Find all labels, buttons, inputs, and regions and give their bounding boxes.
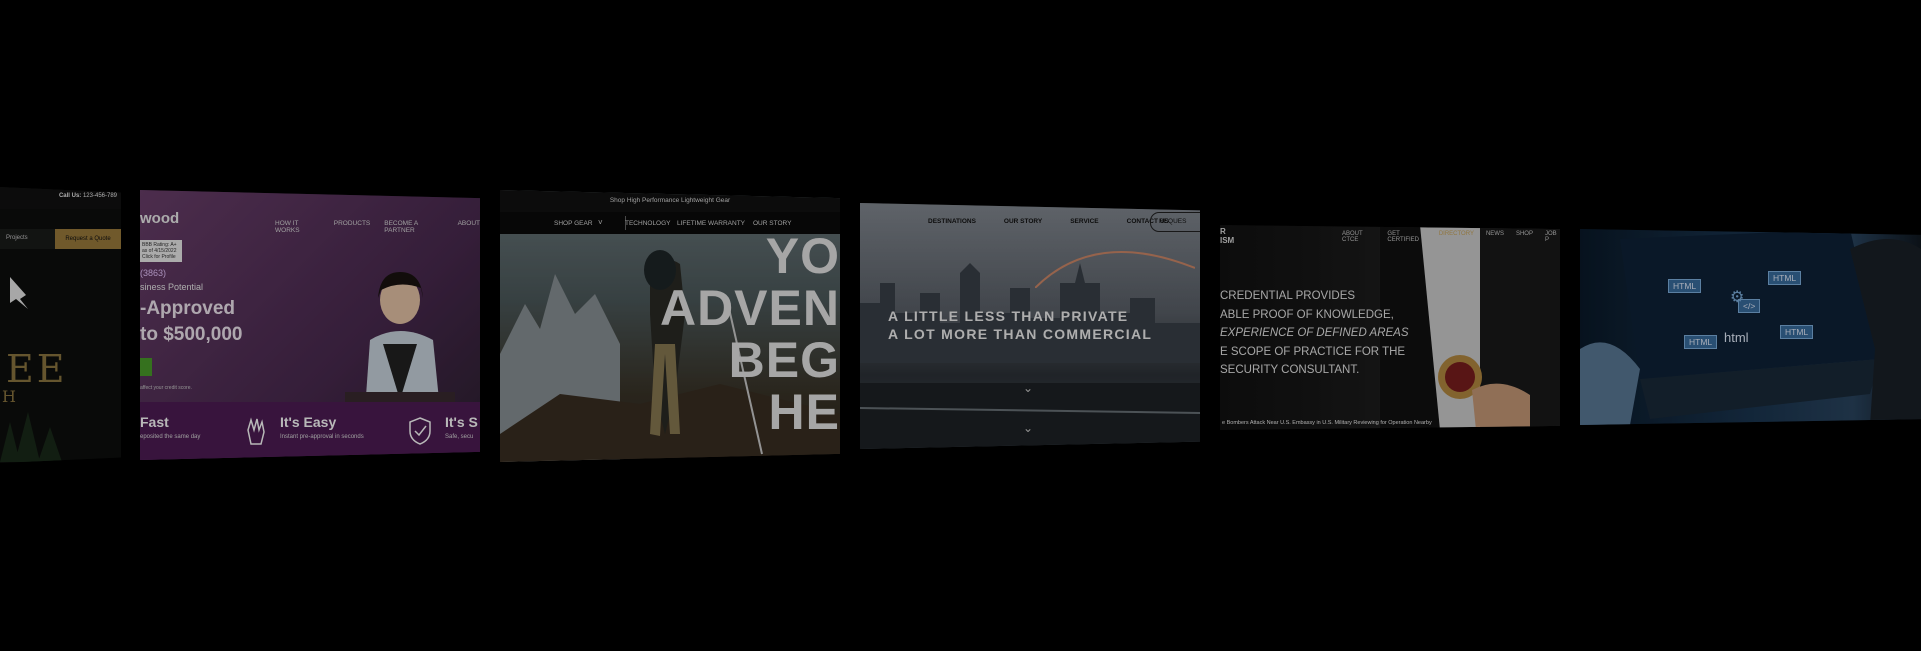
nav-service[interactable]: SERVICE <box>1070 218 1098 225</box>
hero-line: ADVEN <box>659 280 840 336</box>
hero-line: E SCOPE OF PRACTICE FOR THE <box>1220 345 1406 358</box>
request-quote-button[interactable]: Request a Quote <box>55 229 121 249</box>
hero-heading: YO ADVEN BEG HE <box>660 230 840 438</box>
bbb-rating-badge[interactable]: BBB Rating: A+ as of 4/15/2022 Click for… <box>140 240 182 262</box>
headline-line-2: A LOT MORE THAN COMMERCIAL <box>888 326 1153 342</box>
feature-subtitle: Safe, secu <box>445 434 474 440</box>
nav-how-it-works[interactable]: HOW IT WORKS <box>275 220 320 234</box>
nav-jobs[interactable]: JOB P <box>1545 231 1560 243</box>
call-us: Call Us: 123-456-789 <box>59 193 117 199</box>
rocket-icon <box>10 277 28 309</box>
features-bar: Fast eposited the same day It's Easy Ins… <box>140 402 480 460</box>
site-logo: wood <box>140 210 180 227</box>
fine-print: affect your credit score. <box>140 385 192 391</box>
nav-shop-gear[interactable]: SHOP GEAR <box>554 220 593 227</box>
nav-bar: ABOUT CTCE GET CERTIFIED DIRECTORY NEWS … <box>1342 231 1560 243</box>
feature-safe: It's S Safe, secu <box>445 414 478 440</box>
nav-technology[interactable]: TECHNOLOGY <box>625 220 671 227</box>
nav-news[interactable]: NEWS <box>1486 231 1504 243</box>
feature-title: It's S <box>445 414 478 430</box>
hero-line: CREDENTIAL PROVIDES <box>1220 290 1356 302</box>
phone-number[interactable]: (3863) <box>140 268 166 278</box>
nav-lifetime-warranty[interactable]: LIFETIME WARRANTY <box>677 220 745 227</box>
site-preview-construction[interactable]: Call Us: 123-456-789 Projects Request a … <box>0 187 121 463</box>
nav-directory[interactable]: DIRECTORY <box>1439 231 1474 243</box>
hero-headline: A LITTLE LESS THAN PRIVATE A LOT MORE TH… <box>888 307 1152 343</box>
hero-text: CREDENTIAL PROVIDES ABLE PROOF OF KNOWLE… <box>1220 287 1409 380</box>
call-label: Call Us: <box>58 193 82 199</box>
html-tag: html <box>1724 330 1749 345</box>
top-banner[interactable]: Shop High Performance Lightweight Gear <box>500 190 840 212</box>
site-preview-loans[interactable]: wood HOW IT WORKS PRODUCTS BECOME A PART… <box>140 190 480 460</box>
feature-subtitle: Instant pre-approval in seconds <box>280 434 364 440</box>
site-logo: R ISM <box>1220 227 1234 245</box>
headline-line-2: to $500,000 <box>140 324 243 345</box>
logo-line-2: ISM <box>1220 236 1235 245</box>
nav-bar: Projects Request a Quote <box>0 229 121 249</box>
nav-get-certified[interactable]: GET CERTIFIED <box>1387 231 1426 243</box>
nav-our-story[interactable]: OUR STORY <box>1004 218 1042 225</box>
request-button[interactable]: REQUES <box>1150 212 1200 232</box>
feature-easy: It's Easy Instant pre-approval in second… <box>280 414 364 440</box>
tablet-photo <box>1580 229 1921 425</box>
html-tag: HTML <box>1684 335 1718 349</box>
hero-line: YO <box>765 228 840 284</box>
nav-become-partner[interactable]: BECOME A PARTNER <box>384 220 443 234</box>
nav-shop[interactable]: SHOP <box>1516 231 1533 243</box>
nav-about[interactable]: ABOUT <box>458 220 480 234</box>
hero-line: ABLE PROOF OF KNOWLEDGE, <box>1220 308 1394 321</box>
shield-check-icon <box>409 417 431 445</box>
site-preview-security[interactable]: R ISM ABOUT CTCE GET CERTIFIED DIRECTORY… <box>1220 225 1560 430</box>
html-tag: HTML <box>1780 325 1814 339</box>
nav-bar: HOW IT WORKS PRODUCTS BECOME A PARTNER A… <box>275 220 480 234</box>
decorative-arc <box>1035 251 1195 288</box>
html-tag: HTML <box>1768 271 1802 285</box>
nav-bar: DESTINATIONS OUR STORY SERVICE CONTACT U… <box>928 218 1169 225</box>
site-preview-aviation[interactable]: DESTINATIONS OUR STORY SERVICE CONTACT U… <box>860 203 1200 449</box>
site-preview-gear[interactable]: Shop High Performance Lightweight Gear S… <box>500 190 840 462</box>
feature-subtitle: eposited the same day <box>140 434 201 440</box>
site-preview-code[interactable]: HTML HTML html HTML </> HTML ⚙ <box>1580 229 1921 425</box>
feature-title: It's Easy <box>280 414 337 430</box>
feature-title: Fast <box>140 414 169 430</box>
nav-our-story[interactable]: OUR STORY <box>753 220 791 227</box>
hero-line: SECURITY CONSULTANT. <box>1220 364 1360 376</box>
pine-trees <box>0 412 62 462</box>
headline-line-1: A LITTLE LESS THAN PRIVATE <box>888 308 1129 324</box>
news-ticker[interactable]: e Bombers Attack Near U.S. Embassy in U.… <box>1220 416 1560 430</box>
chevron-down-icon[interactable]: ⌄ <box>1023 381 1033 395</box>
hero-line: EXPERIENCE OF DEFINED AREAS <box>1220 327 1409 339</box>
html-tag: HTML <box>1668 279 1702 293</box>
woman-photo <box>345 272 455 410</box>
nav-destinations[interactable]: DESTINATIONS <box>928 218 976 225</box>
chevron-down-icon[interactable]: ⌄ <box>1023 421 1033 435</box>
nav-about[interactable]: ABOUT CTCE <box>1342 231 1375 243</box>
headline-line-1: -Approved <box>140 298 235 319</box>
subheading: siness Potential <box>140 282 204 292</box>
headline: -Approved to $500,000 <box>140 296 242 348</box>
nav-projects[interactable]: Projects <box>6 235 28 241</box>
logo-line-1: R <box>1220 227 1226 236</box>
rating-line-3: Click for Profile <box>142 254 176 260</box>
phone-number: 123-456-789 <box>82 193 117 199</box>
cta-button[interactable] <box>140 358 152 376</box>
hero-line: HE <box>768 384 840 440</box>
feature-fast: Fast eposited the same day <box>140 414 200 440</box>
hero-line: BEG <box>728 332 840 388</box>
gear-icon: ⚙ <box>1730 289 1745 306</box>
hand-icon <box>247 417 265 445</box>
top-bar: Call Us: 123-456-789 <box>0 187 121 209</box>
nav-products[interactable]: PRODUCTS <box>334 220 370 234</box>
chevron-down-icon: ˅ <box>598 218 603 227</box>
hero-letters: EE <box>6 347 68 391</box>
